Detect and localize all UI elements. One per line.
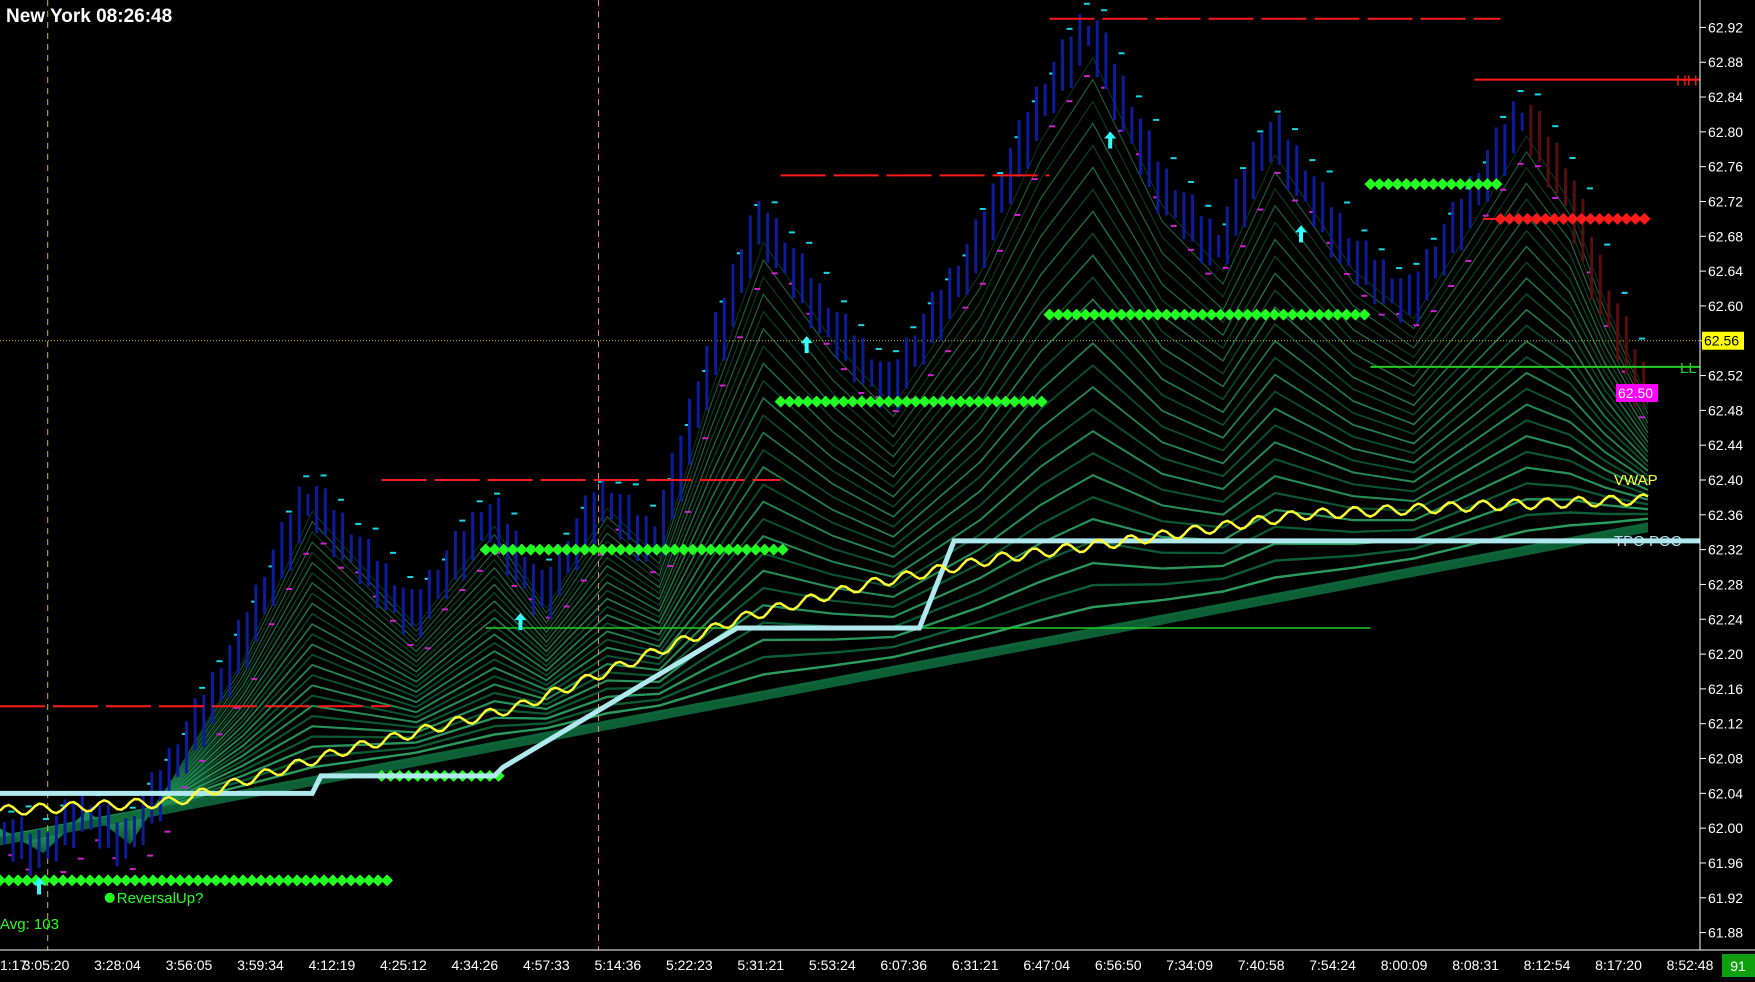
x-tick-label: 8:52:48 xyxy=(1667,957,1714,973)
x-tick-label: 4:57:33 xyxy=(523,957,570,973)
x-tick-label: 7:34:09 xyxy=(1166,957,1213,973)
x-tick-label: 8:00:09 xyxy=(1381,957,1428,973)
x-tick-label: 6:56:50 xyxy=(1095,957,1142,973)
x-tick-label: 3:05:20 xyxy=(23,957,70,973)
ma-line xyxy=(0,144,1649,850)
tpo-poc-label: TPO POC xyxy=(1614,533,1682,550)
y-tick-label: 62.48 xyxy=(1708,402,1743,418)
x-tick-label: 4:12:19 xyxy=(309,957,356,973)
arrow-up-icon xyxy=(1104,131,1117,149)
price-chart[interactable]: ReversalUp?Avg: 103VWAPTPO POCHHLL62.506… xyxy=(0,0,1755,977)
y-tick-label: 62.16 xyxy=(1708,681,1743,697)
y-tick-label: 62.88 xyxy=(1708,54,1743,70)
current-price-label: 62.56 xyxy=(1704,333,1739,349)
y-tick-label: 62.64 xyxy=(1708,263,1743,279)
x-tick-label: 4:25:12 xyxy=(380,957,427,973)
ma-ribbon xyxy=(0,56,1649,854)
x-tick-label: 6:31:21 xyxy=(952,957,999,973)
y-tick-label: 62.00 xyxy=(1708,820,1743,836)
target-price-label: 62.50 xyxy=(1618,385,1653,401)
y-tick-label: 62.36 xyxy=(1708,507,1743,523)
zone-diamond xyxy=(1638,212,1651,225)
x-tick-label: 3:28:04 xyxy=(94,957,141,973)
page-title: New York 08:26:48 xyxy=(6,6,173,27)
x-tick-label: 3:56:05 xyxy=(166,957,213,973)
y-tick-label: 62.72 xyxy=(1708,193,1743,209)
reversal-dot-icon xyxy=(104,892,115,903)
x-tick-label: 5:14:36 xyxy=(594,957,641,973)
volume-box-label: 91 xyxy=(1730,958,1746,974)
y-tick-label: 61.88 xyxy=(1708,925,1743,941)
y-tick-label: 62.20 xyxy=(1708,646,1743,662)
x-tick-label: 8:12:54 xyxy=(1524,957,1571,973)
x-tick-label: 6:07:36 xyxy=(880,957,927,973)
y-tick-label: 62.12 xyxy=(1708,716,1743,732)
ma-line xyxy=(0,340,1649,842)
y-tick-label: 62.76 xyxy=(1708,159,1743,175)
x-tick-label: 5:31:21 xyxy=(737,957,784,973)
y-tick-label: 62.08 xyxy=(1708,751,1743,767)
annotation-text: ReversalUp? xyxy=(117,890,204,907)
y-tick-label: 62.40 xyxy=(1708,472,1743,488)
price-bars xyxy=(2,2,1646,880)
x-tick-label: 4:34:26 xyxy=(452,957,499,973)
x-tick-label: 8:08:31 xyxy=(1452,957,1499,973)
vwap-label: VWAP xyxy=(1614,472,1658,489)
chart-root: New York 08:26:48 ReversalUp? Avg: 103 VWA… xyxy=(0,0,1755,977)
y-tick-label: 62.84 xyxy=(1708,89,1743,105)
y-tick-label: 62.44 xyxy=(1708,437,1743,453)
y-tick-label: 62.24 xyxy=(1708,611,1743,627)
y-tick-label: 62.28 xyxy=(1708,576,1743,592)
y-tick-label: 61.92 xyxy=(1708,890,1743,906)
y-tick-label: 62.92 xyxy=(1708,19,1743,35)
annotation-text: Avg: 103 xyxy=(0,916,59,933)
level-label-hh: HH xyxy=(1676,73,1698,90)
y-tick-label: 62.04 xyxy=(1708,785,1743,801)
y-tick-label: 62.68 xyxy=(1708,228,1743,244)
ma-line xyxy=(0,56,1649,854)
zone-diamond xyxy=(381,874,393,887)
x-tick-label: 8:17:20 xyxy=(1595,957,1642,973)
x-tick-label: 3:59:34 xyxy=(237,957,284,973)
y-tick-label: 62.52 xyxy=(1708,368,1743,384)
x-tick-label: 7:40:58 xyxy=(1238,957,1285,973)
x-tick-label: 6:47:04 xyxy=(1023,957,1070,973)
y-tick-label: 62.32 xyxy=(1708,542,1743,558)
y-tick-label: 62.80 xyxy=(1708,124,1743,140)
axes: 61.88 61.92 61.96 62.00 62.04 62.08 62.12 62.16… xyxy=(0,0,1755,977)
y-tick-label: 61.96 xyxy=(1708,855,1743,871)
zone-diamond xyxy=(1490,178,1503,191)
x-tick-label: 7:54:24 xyxy=(1309,957,1356,973)
x-tick-label: 5:22:23 xyxy=(666,957,713,973)
ma-line xyxy=(0,100,1649,852)
level-label-ll: LL xyxy=(1680,360,1697,377)
y-tick-label: 62.60 xyxy=(1708,298,1743,314)
x-tick-label: 5:53:24 xyxy=(809,957,856,973)
